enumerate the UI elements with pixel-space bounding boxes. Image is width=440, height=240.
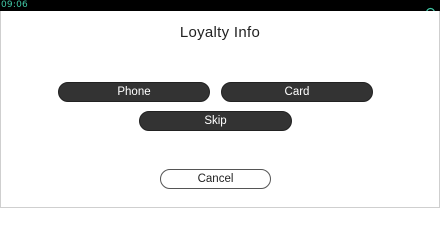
status-bar: 09:06: [0, 0, 440, 14]
card-button[interactable]: Card: [221, 82, 373, 102]
cancel-button[interactable]: Cancel: [160, 169, 271, 189]
status-time: 09:06: [1, 0, 28, 10]
cloud-icon: [425, 1, 436, 14]
skip-button[interactable]: Skip: [139, 111, 292, 131]
phone-button[interactable]: Phone: [58, 82, 210, 102]
page-title: Loyalty Info: [179, 24, 261, 41]
